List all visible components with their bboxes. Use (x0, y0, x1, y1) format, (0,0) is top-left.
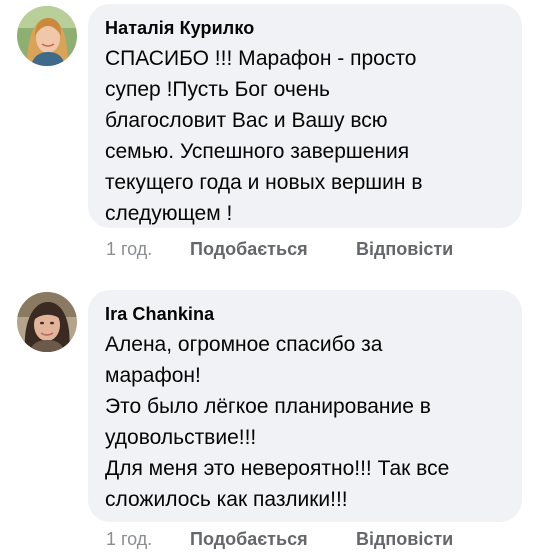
comment-actions: 1 год. Подобається Відповісти (106, 237, 453, 261)
like-button[interactable]: Подобається (190, 529, 356, 550)
comment-bubble: Наталія Курилко СПАСИБО !!! Марафон - пр… (88, 4, 522, 228)
comment-timestamp[interactable]: 1 год. (106, 529, 190, 550)
avatar[interactable] (17, 6, 77, 66)
avatar-photo-icon (17, 292, 77, 352)
comment-bubble: Ira Chankina Алена, огромное спасибо за … (88, 290, 522, 522)
comment-timestamp[interactable]: 1 год. (106, 239, 190, 260)
like-button[interactable]: Подобається (190, 239, 356, 260)
reply-button[interactable]: Відповісти (356, 239, 453, 260)
comment-actions: 1 год. Подобається Відповісти (106, 527, 453, 551)
comment-author[interactable]: Ira Chankina (105, 303, 504, 325)
avatar[interactable] (17, 292, 77, 352)
comment-text: СПАСИБО !!! Марафон - просто супер !Пуст… (105, 47, 423, 225)
comment-text: Алена, огромное спасибо за марафон! Это … (105, 333, 450, 511)
comment-author[interactable]: Наталія Курилко (105, 17, 504, 39)
reply-button[interactable]: Відповісти (356, 529, 453, 550)
avatar-photo-icon (17, 6, 77, 66)
